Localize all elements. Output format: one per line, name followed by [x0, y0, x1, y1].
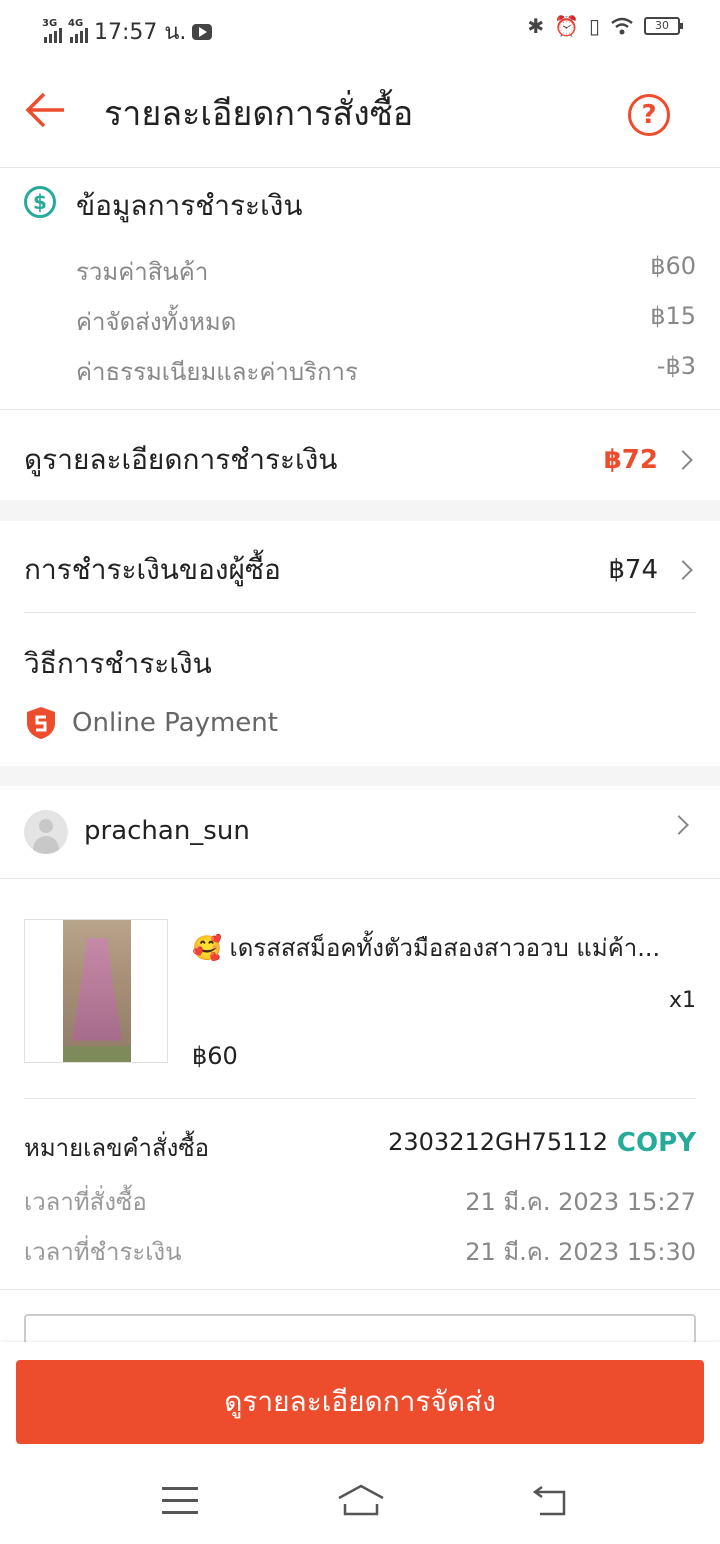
order-time: 21 มี.ค. 2023 15:27: [465, 1188, 696, 1216]
back-icon[interactable]: [530, 1486, 568, 1518]
order-time-label: เวลาที่สั่งซื้อ: [24, 1188, 147, 1216]
divider: [0, 1289, 720, 1290]
payment-line-label: ค่าธรรมเนียมและค่าบริการ: [76, 358, 358, 386]
payment-line-fees: ค่าธรรมเนียมและค่าบริการ -฿3: [76, 352, 696, 391]
signal-icon: 3G: [42, 17, 62, 43]
payment-line-label: รวมค่าสินค้า: [76, 258, 209, 286]
section-gap: [0, 500, 720, 521]
status-left: 3G 4G 17:57 น.: [42, 14, 213, 49]
payment-line-value: -฿3: [656, 352, 696, 380]
status-bar: 3G 4G 17:57 น. ✱ ⏰ ▯ 30: [0, 0, 720, 56]
payment-details-row[interactable]: ดูรายละเอียดการชำระเงิน ฿72: [24, 438, 696, 482]
payment-line-subtotal: รวมค่าสินค้า ฿60: [76, 252, 696, 291]
shop-chevron[interactable]: [669, 815, 696, 835]
back-arrow-icon[interactable]: [24, 90, 68, 130]
dollar-icon: $: [24, 186, 56, 218]
chevron-right-icon: [673, 560, 693, 580]
product-quantity: x1: [668, 988, 696, 1013]
app-header: รายละเอียดการสั่งซื้อ ?: [0, 56, 720, 168]
product-title[interactable]: 🥰 เดรสสสม็อคทั้งตัวมือสองสาวอวบ แม่ค้า..…: [192, 928, 696, 967]
signal-icon: 4G: [68, 17, 88, 43]
vibrate-icon: ▯: [588, 14, 600, 38]
product-thumbnail[interactable]: [24, 919, 168, 1063]
alarm-icon: ⏰: [554, 14, 579, 38]
clock: 17:57 น.: [94, 20, 187, 45]
system-nav-bar: [0, 1462, 720, 1544]
copy-button[interactable]: COPY: [617, 1128, 696, 1158]
payment-method-name: Online Payment: [72, 708, 278, 738]
order-number: 2303212GH75112: [388, 1128, 608, 1156]
buyer-payment-right: ฿74: [608, 555, 696, 585]
payment-details-label: ดูรายละเอียดการชำระเงิน: [24, 443, 338, 476]
buyer-payment-value: ฿74: [608, 555, 658, 585]
youtube-icon: [192, 23, 213, 40]
product-price: ฿60: [192, 1042, 238, 1070]
payment-method-title-row: วิธีการชำระเงิน: [24, 642, 696, 686]
chevron-right-icon: [673, 450, 693, 470]
recents-icon[interactable]: [162, 1487, 198, 1515]
battery-icon: 30: [644, 17, 683, 35]
wifi-icon: [611, 17, 633, 35]
payment-info-title: ข้อมูลการชำระเงิน: [76, 189, 303, 222]
divider: [24, 612, 696, 613]
divider: [0, 878, 720, 879]
help-icon[interactable]: ?: [628, 94, 670, 136]
payment-line-value: ฿15: [650, 302, 696, 330]
pay-time: 21 มี.ค. 2023 15:30: [465, 1238, 696, 1266]
payment-total: ฿72: [603, 445, 658, 475]
buyer-payment-label: การชำระเงินของผู้ซื้อ: [24, 553, 281, 586]
payment-line-value: ฿60: [650, 252, 696, 280]
buyer-payment-row[interactable]: การชำระเงินของผู้ซื้อ ฿74: [24, 548, 696, 592]
divider: [24, 1098, 696, 1099]
payment-line-shipping: ค่าจัดส่งทั้งหมด ฿15: [76, 302, 696, 341]
payment-method-title: วิธีการชำระเงิน: [24, 647, 212, 680]
shopee-shield-icon: [27, 707, 55, 739]
divider: [0, 409, 720, 410]
home-icon[interactable]: [336, 1482, 386, 1518]
order-number-label: หมายเลขคำสั่งซื้อ: [24, 1134, 210, 1162]
avatar: [24, 810, 68, 854]
pay-time-label: เวลาที่ชำระเงิน: [24, 1238, 182, 1266]
payment-details-right: ฿72: [604, 445, 696, 475]
payment-line-label: ค่าจัดส่งทั้งหมด: [76, 308, 237, 336]
network-type-label: 3G: [42, 17, 58, 29]
network-type-label: 4G: [68, 17, 84, 29]
bluetooth-icon: ✱: [527, 14, 545, 38]
status-right: ✱ ⏰ ▯ 30: [527, 14, 683, 38]
page-title: รายละเอียดการสั่งซื้อ: [104, 94, 414, 134]
chevron-right-icon: [669, 815, 689, 835]
section-gap: [0, 766, 720, 786]
shop-name[interactable]: prachan_sun: [84, 816, 250, 846]
view-shipping-button[interactable]: ดูรายละเอียดการจัดส่ง: [16, 1360, 704, 1444]
